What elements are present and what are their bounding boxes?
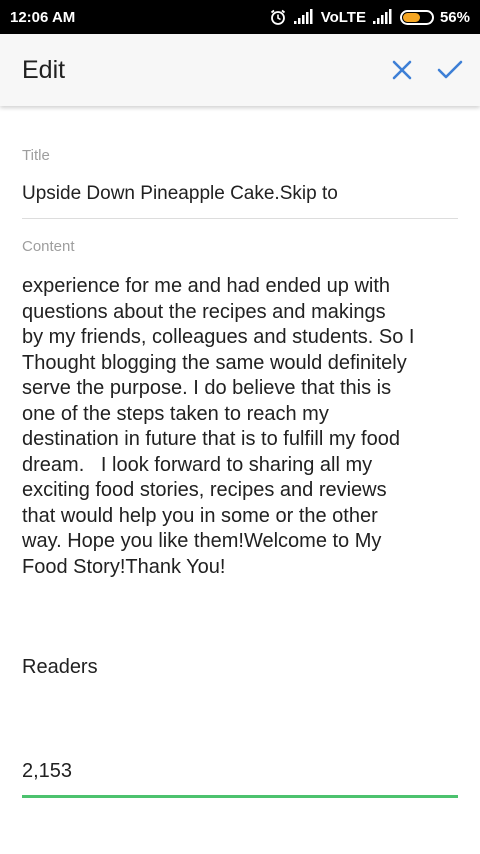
battery-level <box>402 12 420 22</box>
signal-icon <box>372 9 394 25</box>
battery-percent: 56% <box>439 8 470 26</box>
page-title: Edit <box>22 55 66 84</box>
title-label: Title <box>22 147 50 164</box>
signal-icon <box>293 9 315 25</box>
close-button[interactable] <box>378 46 426 94</box>
readers-focus-underline <box>22 795 458 798</box>
readers-input[interactable] <box>22 756 458 786</box>
title-field[interactable]: Upside Down Pineapple Cake.Skip to <box>22 183 458 205</box>
status-time: 12:06 AM <box>10 8 76 26</box>
app-bar: Edit <box>0 34 480 106</box>
content-field[interactable]: experience for me and had ended up with … <box>22 274 462 580</box>
confirm-button[interactable] <box>426 46 474 94</box>
readers-label: Readers <box>22 656 98 678</box>
battery-icon <box>399 9 434 25</box>
status-icons: VoLTE 56% <box>269 8 470 26</box>
alarm-icon <box>269 8 287 26</box>
content-label: Content <box>22 238 75 255</box>
check-icon <box>437 60 463 79</box>
status-bar: 12:06 AM VoLTE 56% <box>0 0 480 34</box>
close-icon <box>392 60 412 80</box>
network-label: VoLTE <box>320 8 366 26</box>
title-divider <box>22 218 458 219</box>
